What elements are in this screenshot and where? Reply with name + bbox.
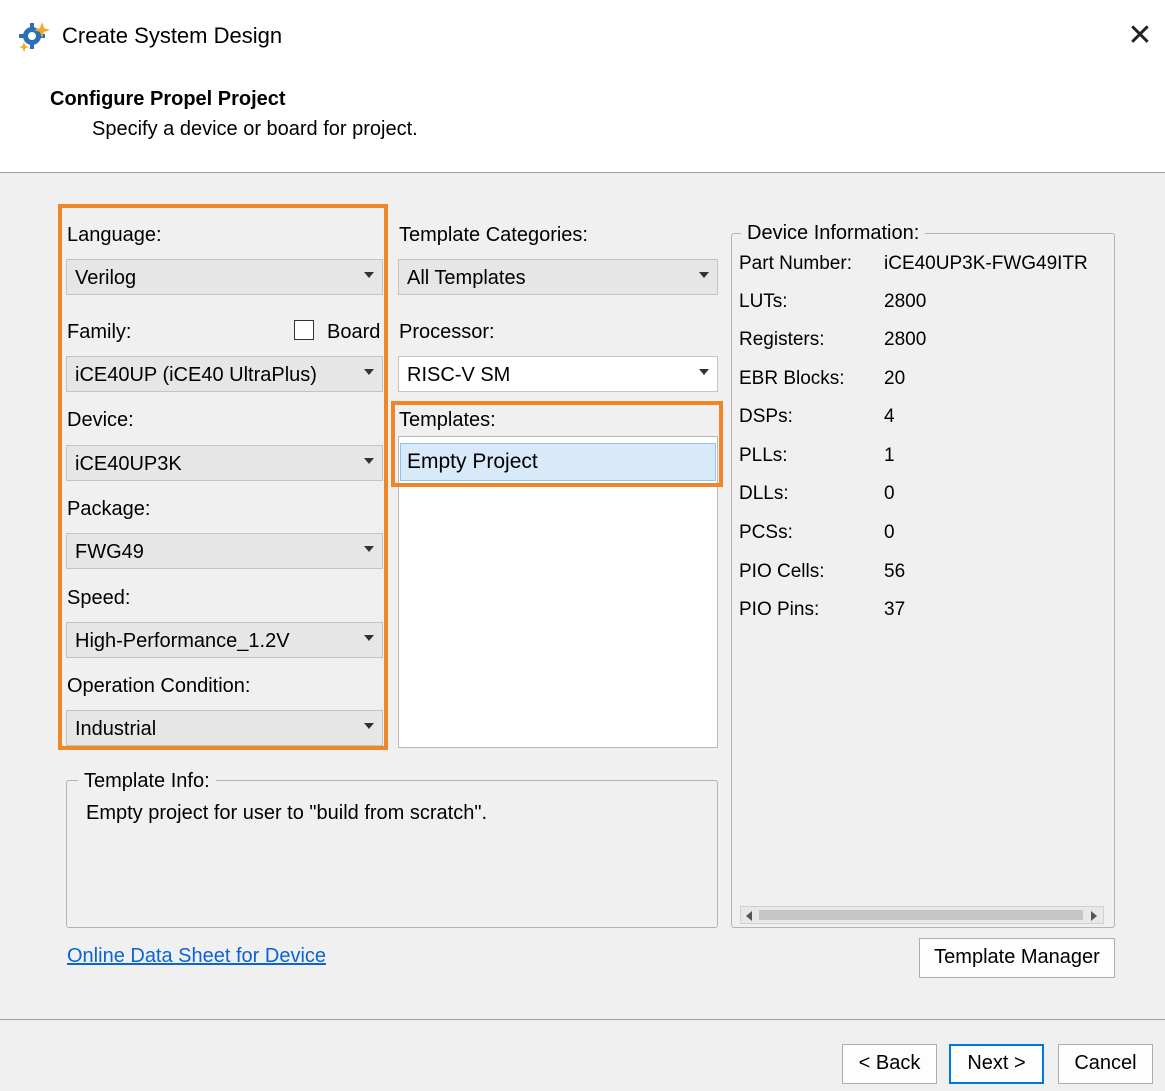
page-title: Configure Propel Project <box>50 88 286 110</box>
device-info-value: 2800 <box>884 329 927 350</box>
scroll-right-icon[interactable] <box>1091 911 1097 921</box>
device-info-label: EBR Blocks: <box>739 368 845 389</box>
device-info-label: DSPs: <box>739 406 793 427</box>
device-info-value: 1 <box>884 445 895 466</box>
back-button[interactable]: < Back <box>842 1044 937 1084</box>
template-categories-select[interactable]: All Templates <box>398 259 718 295</box>
template-categories-label: Template Categories: <box>399 224 588 246</box>
templates-highlight <box>391 401 723 487</box>
device-info-value: iCE40UP3K-FWG49ITR <box>884 253 1088 274</box>
online-data-sheet-link[interactable]: Online Data Sheet for Device <box>67 945 326 968</box>
template-manager-button[interactable]: Template Manager <box>919 938 1115 978</box>
device-info-value: 20 <box>884 368 906 389</box>
device-info-label: Part Number: <box>739 253 852 274</box>
device-info-value: 0 <box>884 522 895 543</box>
app-gear-icon <box>19 22 50 52</box>
cancel-button[interactable]: Cancel <box>1058 1044 1153 1084</box>
processor-label: Processor: <box>399 321 495 343</box>
device-info-label: Registers: <box>739 329 825 350</box>
device-info-label: PIO Cells: <box>739 561 825 582</box>
processor-value: RISC-V SM <box>407 364 511 386</box>
close-button[interactable]: ✕ <box>1120 16 1160 56</box>
scroll-left-icon[interactable] <box>746 911 752 921</box>
template-categories-value: All Templates <box>407 267 526 289</box>
window-title: Create System Design <box>62 23 283 48</box>
settings-highlight <box>58 204 388 750</box>
template-info-text: Empty project for user to "build from sc… <box>86 802 488 824</box>
device-info-value: 2800 <box>884 291 927 312</box>
scrollbar-thumb[interactable] <box>759 910 1083 920</box>
footer-divider <box>0 1019 1165 1020</box>
device-info-legend: Device Information: <box>741 221 926 245</box>
processor-select[interactable]: RISC-V SM <box>398 356 718 392</box>
device-info-value: 4 <box>884 406 895 427</box>
device-info-label: LUTs: <box>739 291 788 312</box>
chevron-down-icon <box>699 272 709 278</box>
device-info-label: PLLs: <box>739 445 788 466</box>
chevron-down-icon <box>699 369 709 375</box>
template-info-legend: Template Info: <box>78 769 216 793</box>
next-button[interactable]: Next > <box>949 1044 1044 1084</box>
device-info-value: 56 <box>884 561 906 582</box>
device-info-value: 37 <box>884 599 906 620</box>
device-info-value: 0 <box>884 483 895 504</box>
device-info-label: DLLs: <box>739 483 789 504</box>
page-subtitle: Specify a device or board for project. <box>92 118 418 140</box>
device-info-label: PIO Pins: <box>739 599 820 620</box>
device-info-label: PCSs: <box>739 522 793 543</box>
device-info-scrollbar[interactable] <box>740 906 1104 924</box>
